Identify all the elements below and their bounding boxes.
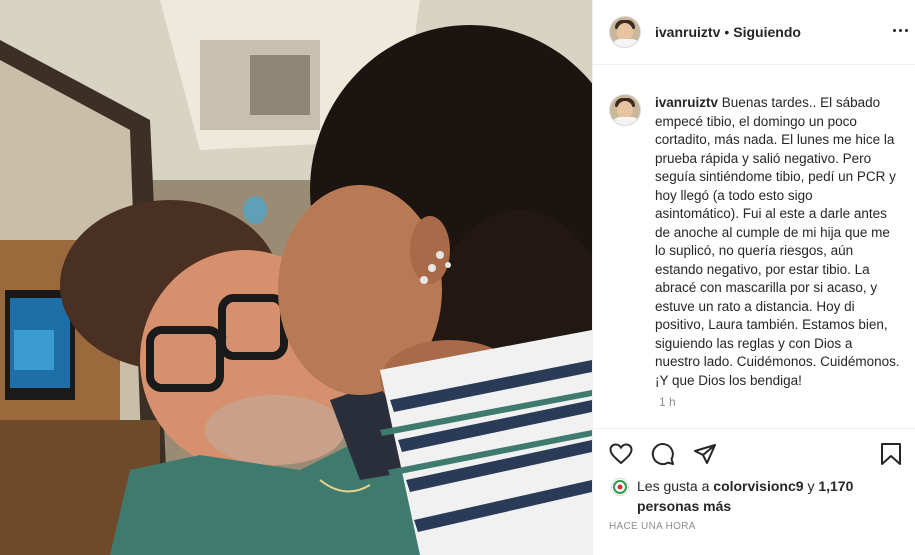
likes-text: Les gusta a colorvisionc9 y 1,170 person… (637, 476, 907, 516)
photo-illustration (0, 0, 592, 555)
header-username[interactable]: ivanruiztv (655, 24, 720, 40)
post-photo[interactable] (0, 0, 592, 555)
share-icon[interactable] (691, 440, 719, 468)
caption-avatar[interactable] (609, 94, 641, 126)
comment-icon[interactable] (649, 440, 677, 468)
caption-username[interactable]: ivanruiztv (655, 95, 718, 110)
post-header: ivanruiztv • Siguiendo (593, 0, 915, 65)
posted-time[interactable]: HACE UNA HORA (609, 521, 696, 532)
caption-text: Buenas tardes.. El sábado empecé tibio, … (655, 95, 900, 388)
bookmark-icon[interactable] (877, 440, 905, 468)
more-options-icon[interactable] (893, 26, 909, 34)
likes-user[interactable]: colorvisionc9 (713, 478, 803, 494)
heart-icon[interactable] (607, 440, 635, 468)
caption-time[interactable]: 1 h (659, 395, 676, 409)
post-side-panel: ivanruiztv • Siguiendo ivanruiztv Buenas… (592, 0, 915, 555)
colorvision-logo-icon[interactable] (611, 478, 629, 496)
actions-divider (593, 428, 915, 429)
likes-summary: Les gusta a colorvisionc9 y 1,170 person… (611, 476, 907, 516)
header-separator: • (724, 24, 730, 40)
user-avatar[interactable] (609, 16, 641, 48)
action-bar (607, 440, 719, 468)
caption-body: ivanruiztv Buenas tardes.. El sábado emp… (655, 94, 900, 390)
caption: ivanruiztv Buenas tardes.. El sábado emp… (593, 80, 915, 390)
instagram-post: ivanruiztv • Siguiendo ivanruiztv Buenas… (0, 0, 915, 555)
likes-conjunction: y (807, 478, 815, 494)
follow-status-button[interactable]: Siguiendo (733, 24, 801, 40)
likes-prefix: Les gusta a (637, 478, 710, 494)
